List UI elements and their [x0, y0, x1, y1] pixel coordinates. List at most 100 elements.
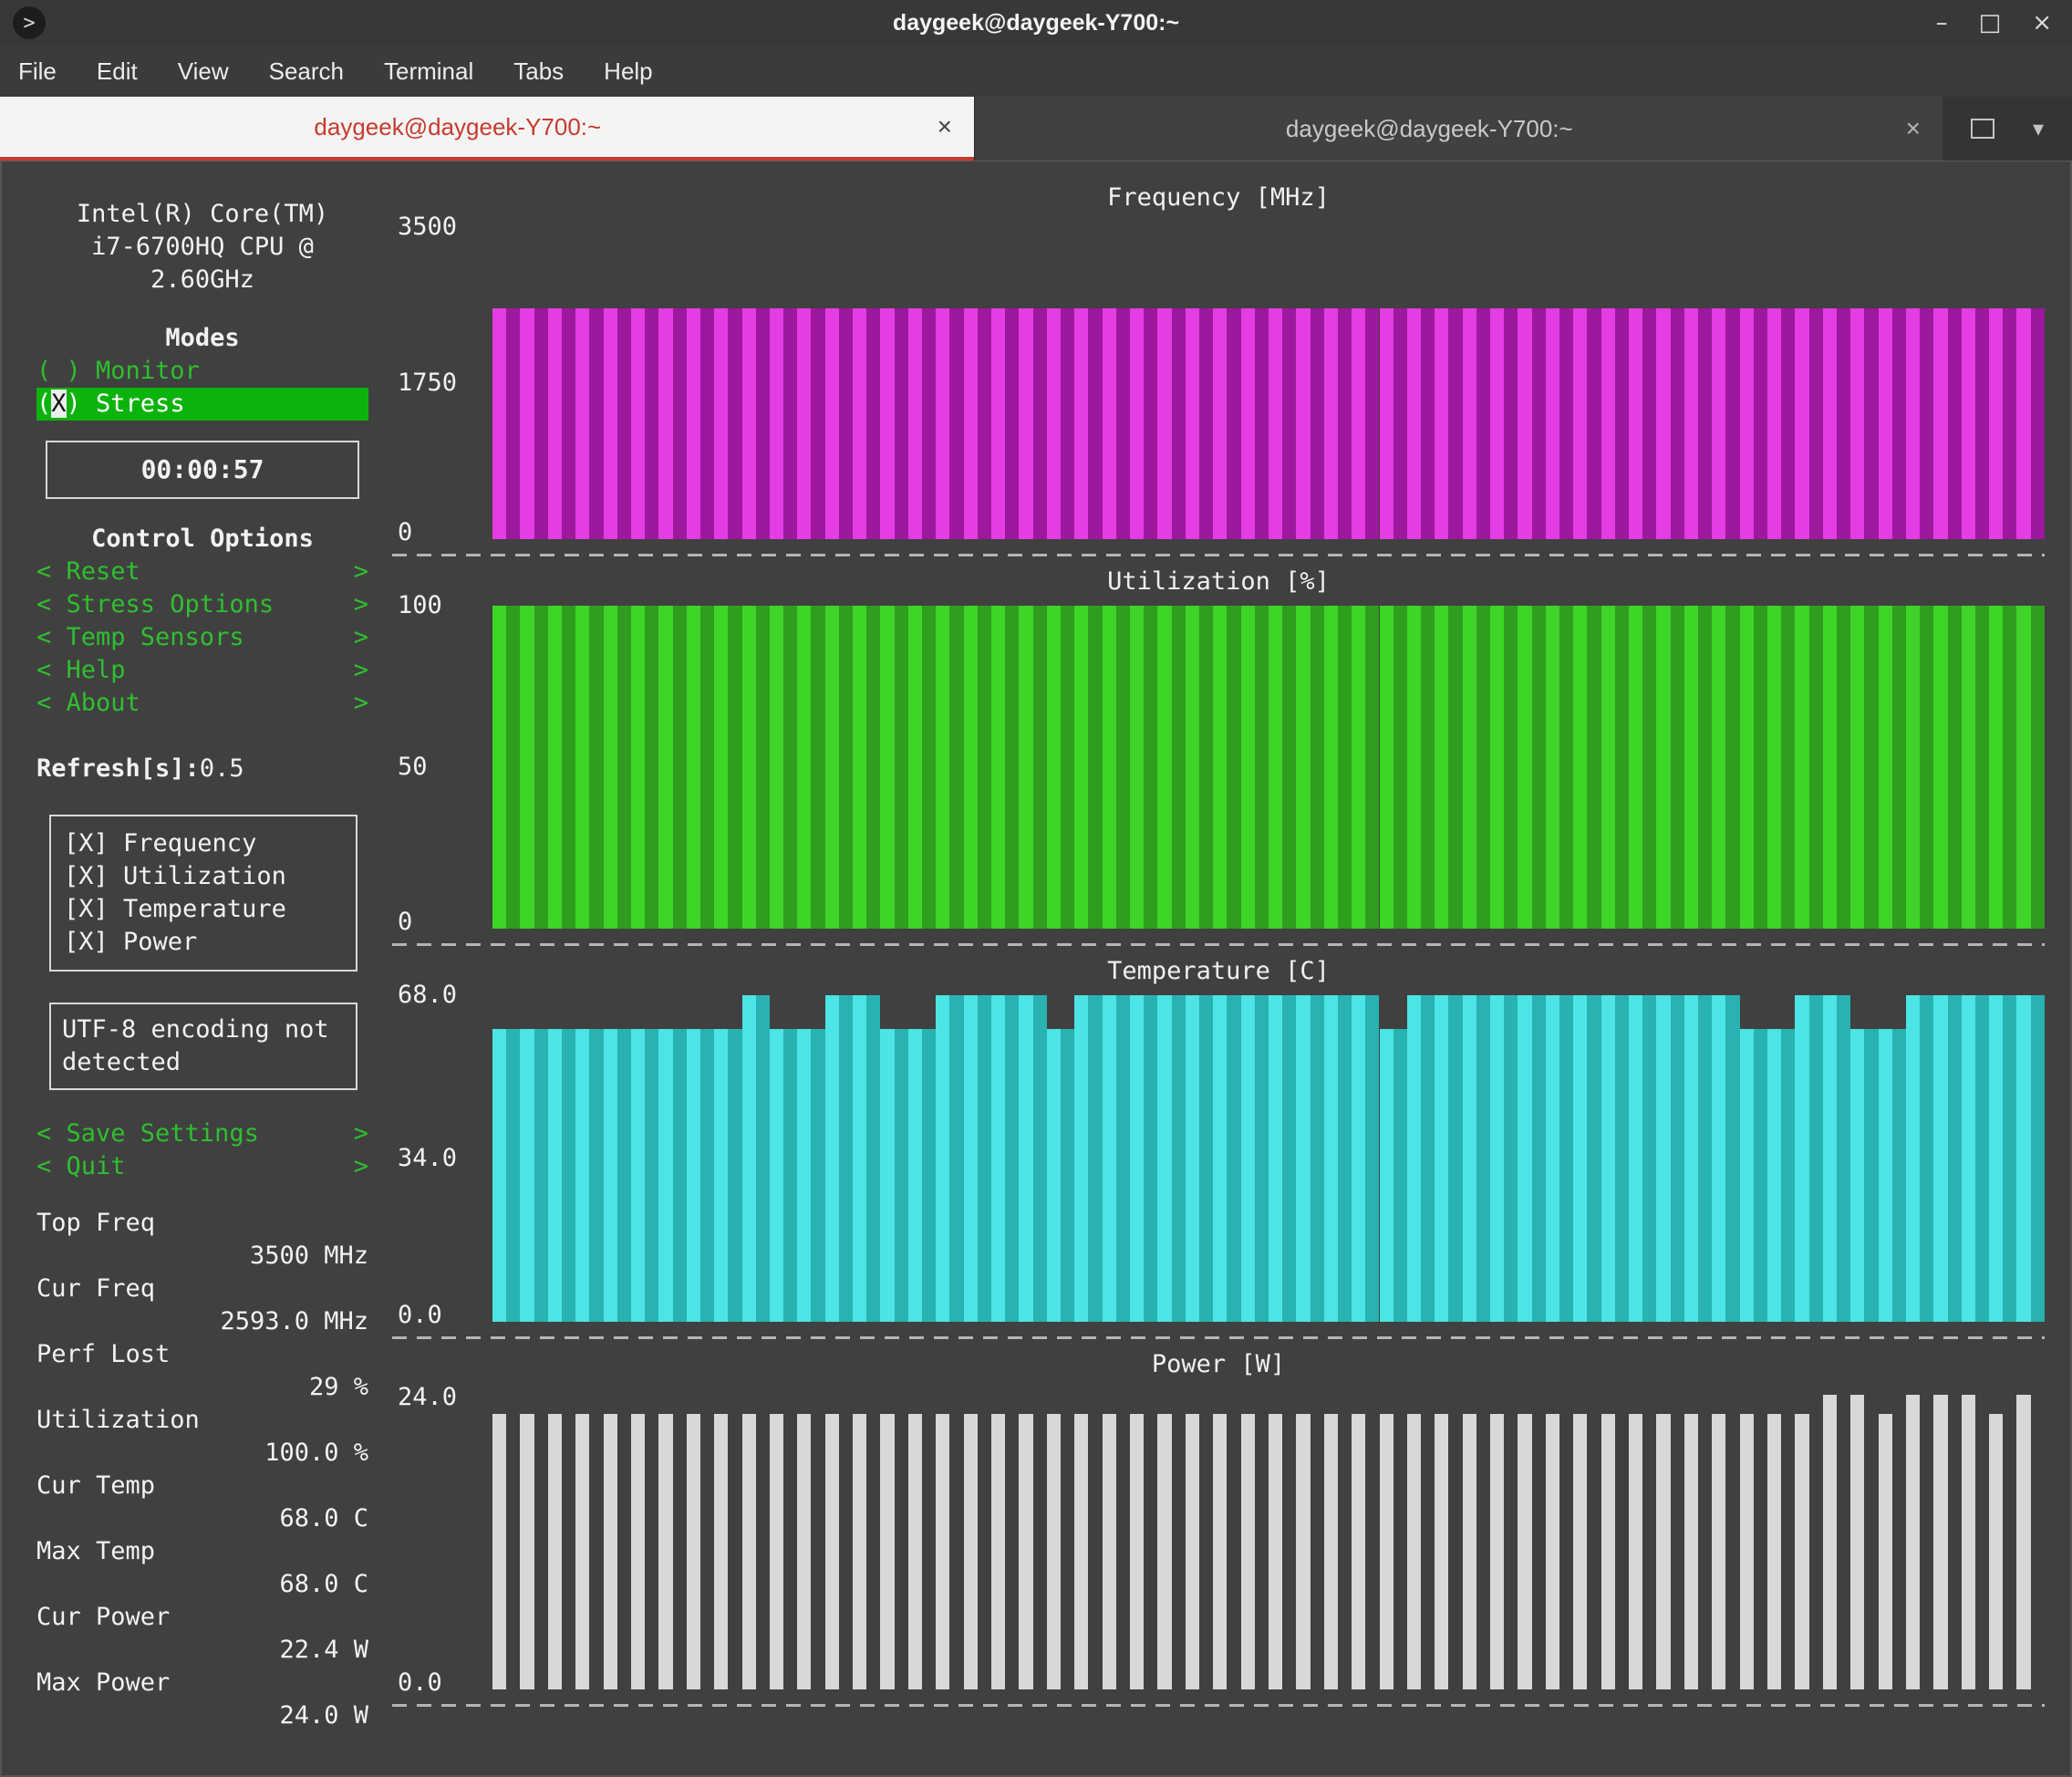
close-icon[interactable]: × [2032, 11, 2052, 35]
bar [1185, 995, 1214, 1322]
bar-bright [1074, 606, 1089, 929]
bar-bright [1989, 1414, 2004, 1689]
stress-timer: 00:00:57 [46, 441, 359, 499]
bar-bright [769, 606, 784, 929]
bar-bright [1601, 995, 1615, 1322]
bar [880, 227, 908, 539]
bar [1129, 1388, 1157, 1689]
bar-dark [1282, 606, 1297, 929]
bar-dark [1587, 995, 1601, 1322]
menu-item-edit[interactable]: Edit [97, 57, 138, 86]
mode-monitor-radio[interactable]: ( ) Monitor [36, 355, 368, 388]
maximize-icon[interactable]: □ [1979, 11, 2002, 35]
bar [1795, 227, 1823, 539]
bracket-right: > [353, 689, 368, 717]
mode-stress-radio[interactable]: (X) Stress [36, 388, 368, 421]
bar-dark [894, 606, 908, 929]
graph-toggle-x-frequency[interactable]: [X] Frequency [64, 827, 343, 860]
bar [1157, 606, 1186, 929]
bar-bright [1905, 307, 1921, 539]
option-about[interactable]: < About > [36, 687, 368, 720]
action-save-settings[interactable]: < Save Settings > [36, 1117, 368, 1150]
bar-dark [728, 307, 742, 539]
bar [1573, 227, 1601, 539]
bar-bright [1185, 307, 1199, 539]
bar [1739, 1388, 1767, 1689]
bar-dark [1032, 995, 1047, 1322]
menu-item-tabs[interactable]: Tabs [513, 57, 564, 86]
bar [630, 995, 659, 1322]
bar-bright [547, 1028, 562, 1322]
bar-dark [561, 1028, 576, 1322]
tab-actions: ▾ [1942, 97, 2072, 161]
bar-dark [699, 1028, 715, 1322]
option-stress-options[interactable]: < Stress Options > [36, 588, 368, 621]
menu-item-terminal[interactable]: Terminal [384, 57, 473, 86]
bar-dark [1947, 606, 1962, 929]
bar-bright [1323, 1414, 1338, 1689]
option-text: < Stress Options [36, 590, 275, 618]
bar-dark [1393, 1028, 1407, 1322]
bar-dark [1975, 1395, 1989, 1689]
bar [520, 1388, 547, 1689]
tab-close-icon[interactable]: × [1884, 114, 1942, 143]
chart-body: 3500 1750 0 [392, 213, 2045, 546]
option-temp-sensors[interactable]: < Temp Sensors > [36, 621, 368, 654]
graph-toggle-x-power[interactable]: [X] Power [64, 926, 343, 959]
bar-dark [1337, 307, 1352, 539]
minimize-icon[interactable]: – [1936, 11, 1948, 35]
tab-active[interactable]: daygeek@daygeek-Y700:~ × [0, 97, 974, 161]
bar-dark [1559, 307, 1574, 539]
bar-dark [672, 1028, 687, 1322]
bar-dark [866, 1414, 880, 1689]
bar-dark [1144, 995, 1158, 1322]
bar [714, 1388, 741, 1689]
bar-bright [1766, 1414, 1782, 1689]
bar-dark [1808, 995, 1823, 1322]
bar-bright [1739, 307, 1754, 539]
y-tick-label: 100 [398, 591, 442, 619]
option-reset[interactable]: < Reset > [36, 556, 368, 588]
bar [1739, 995, 1767, 1322]
titlebar: > daygeek@daygeek-Y700:~ – □ × [0, 0, 2072, 46]
y-tick-label: 68.0 [398, 981, 458, 1009]
stat-value-max-power: 24.0 W [279, 1701, 368, 1730]
tab-list-dropdown-icon[interactable]: ▾ [2033, 116, 2044, 141]
bar [547, 606, 576, 929]
bar [658, 995, 687, 1322]
bar-bright [1462, 307, 1476, 539]
action-quit[interactable]: < Quit > [36, 1150, 368, 1183]
menu-item-help[interactable]: Help [604, 57, 652, 86]
bar-bright [1323, 606, 1338, 929]
bar-bright [658, 606, 673, 929]
bar-dark [1864, 307, 1879, 539]
bar [492, 995, 521, 1322]
bar-bright [1684, 606, 1698, 929]
graph-toggle-x-utilization[interactable]: [X] Utilization [64, 860, 343, 893]
bar-bright [1712, 995, 1726, 1322]
bar-dark [534, 606, 548, 929]
bar [686, 227, 715, 539]
bar [1601, 995, 1629, 1322]
menu-item-view[interactable]: View [178, 57, 229, 86]
option-help[interactable]: < Help > [36, 654, 368, 687]
bar [714, 995, 742, 1322]
bar-dark [1310, 995, 1324, 1322]
new-tab-icon[interactable] [1970, 119, 1994, 139]
chart-body: 68.0 34.0 0.0 [392, 981, 2045, 1329]
bar-dark [1282, 307, 1297, 539]
bar [603, 995, 631, 1322]
tab-close-icon[interactable]: × [916, 112, 974, 141]
bar-dark [1227, 1414, 1240, 1689]
refresh-setting[interactable]: Refresh[s]:0.5 [36, 753, 368, 785]
menu-item-file[interactable]: File [18, 57, 57, 86]
terminal-app-icon[interactable]: > [13, 6, 46, 39]
graph-toggle-x-temperature[interactable]: [X] Temperature [64, 893, 343, 926]
bar-bright [1296, 606, 1311, 929]
menu-item-search[interactable]: Search [269, 57, 344, 86]
bar [1933, 995, 1962, 1322]
bar [1933, 227, 1962, 539]
tab-inactive[interactable]: daygeek@daygeek-Y700:~ × [974, 97, 1942, 161]
bar-bright [1129, 995, 1145, 1322]
bar-dark [1670, 995, 1684, 1322]
